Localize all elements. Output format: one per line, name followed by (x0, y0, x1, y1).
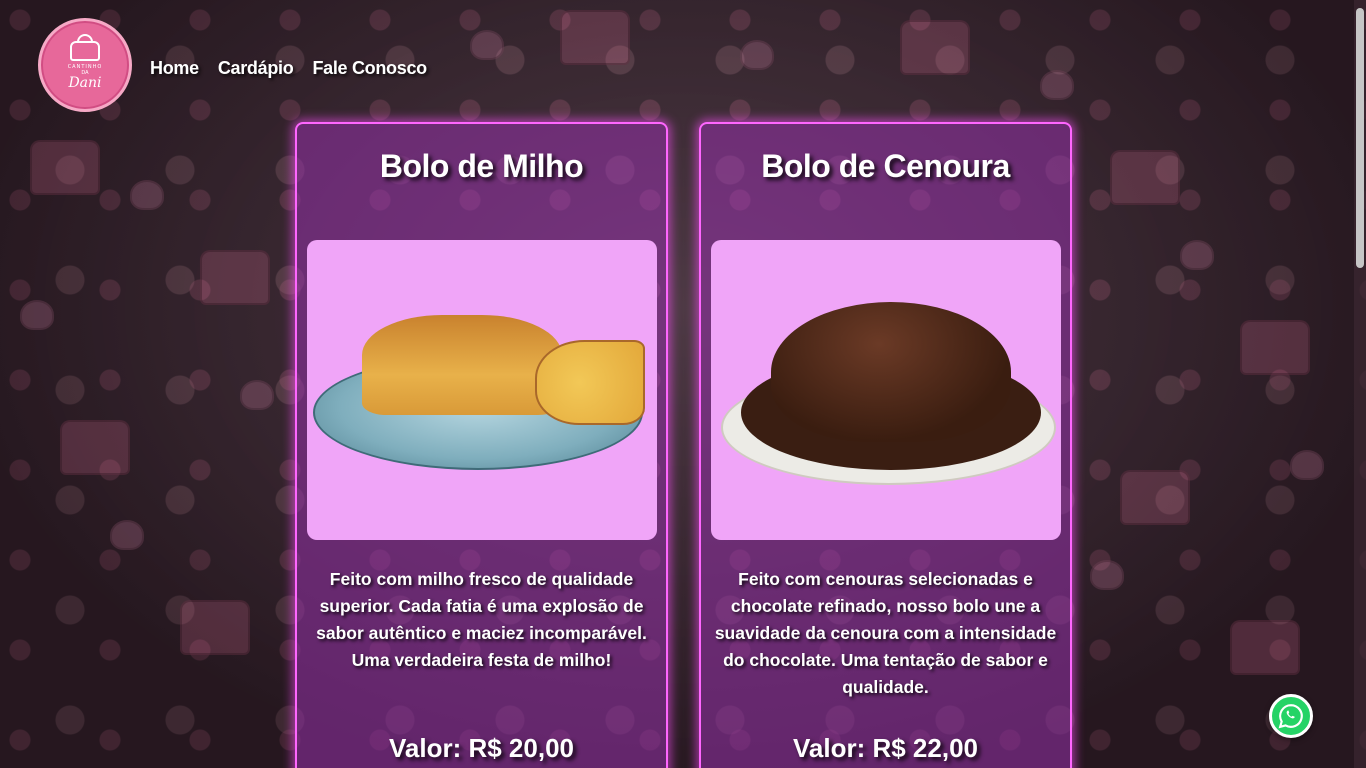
nav-cardapio-link[interactable]: Cardápio (218, 58, 294, 79)
corn-cake-slice (534, 340, 645, 425)
cake-icon (70, 33, 100, 61)
product-card-bolo-de-milho[interactable]: Bolo de Milho Feito com milho fresco de … (295, 122, 668, 768)
product-price: Valor: R$ 22,00 (793, 733, 978, 763)
carrot-cake (770, 302, 1011, 442)
corn-cake (361, 315, 562, 415)
site-header: CANTINHO DA Dani Home Cardápio Fale Cono… (0, 0, 1366, 115)
product-image-bolo-de-milho (306, 240, 657, 540)
nav-fale-conosco-link[interactable]: Fale Conosco (312, 58, 427, 79)
logo-text-line3: Dani (68, 74, 102, 91)
whatsapp-button[interactable] (1269, 694, 1313, 738)
nav-home-link[interactable]: Home (150, 58, 199, 79)
product-cards: Bolo de Milho Feito com milho fresco de … (295, 122, 1072, 768)
main-nav: Home Cardápio Fale Conosco (150, 58, 427, 79)
product-description: Feito com cenouras selecionadas e chocol… (714, 569, 1057, 697)
whatsapp-icon (1278, 704, 1303, 729)
product-price: Valor: R$ 20,00 (389, 733, 574, 763)
scrollbar-thumb[interactable] (1356, 8, 1364, 268)
product-description: Feito com milho fresco de qualidade supe… (316, 569, 647, 670)
product-card-bolo-de-cenoura[interactable]: Bolo de Cenoura Feito com cenouras selec… (699, 122, 1072, 768)
page-scrollbar[interactable] (1354, 0, 1366, 768)
product-image-bolo-de-cenoura (710, 240, 1061, 540)
brand-logo[interactable]: CANTINHO DA Dani (38, 18, 132, 112)
product-title: Bolo de Cenoura (761, 148, 1010, 184)
product-title: Bolo de Milho (379, 148, 584, 184)
